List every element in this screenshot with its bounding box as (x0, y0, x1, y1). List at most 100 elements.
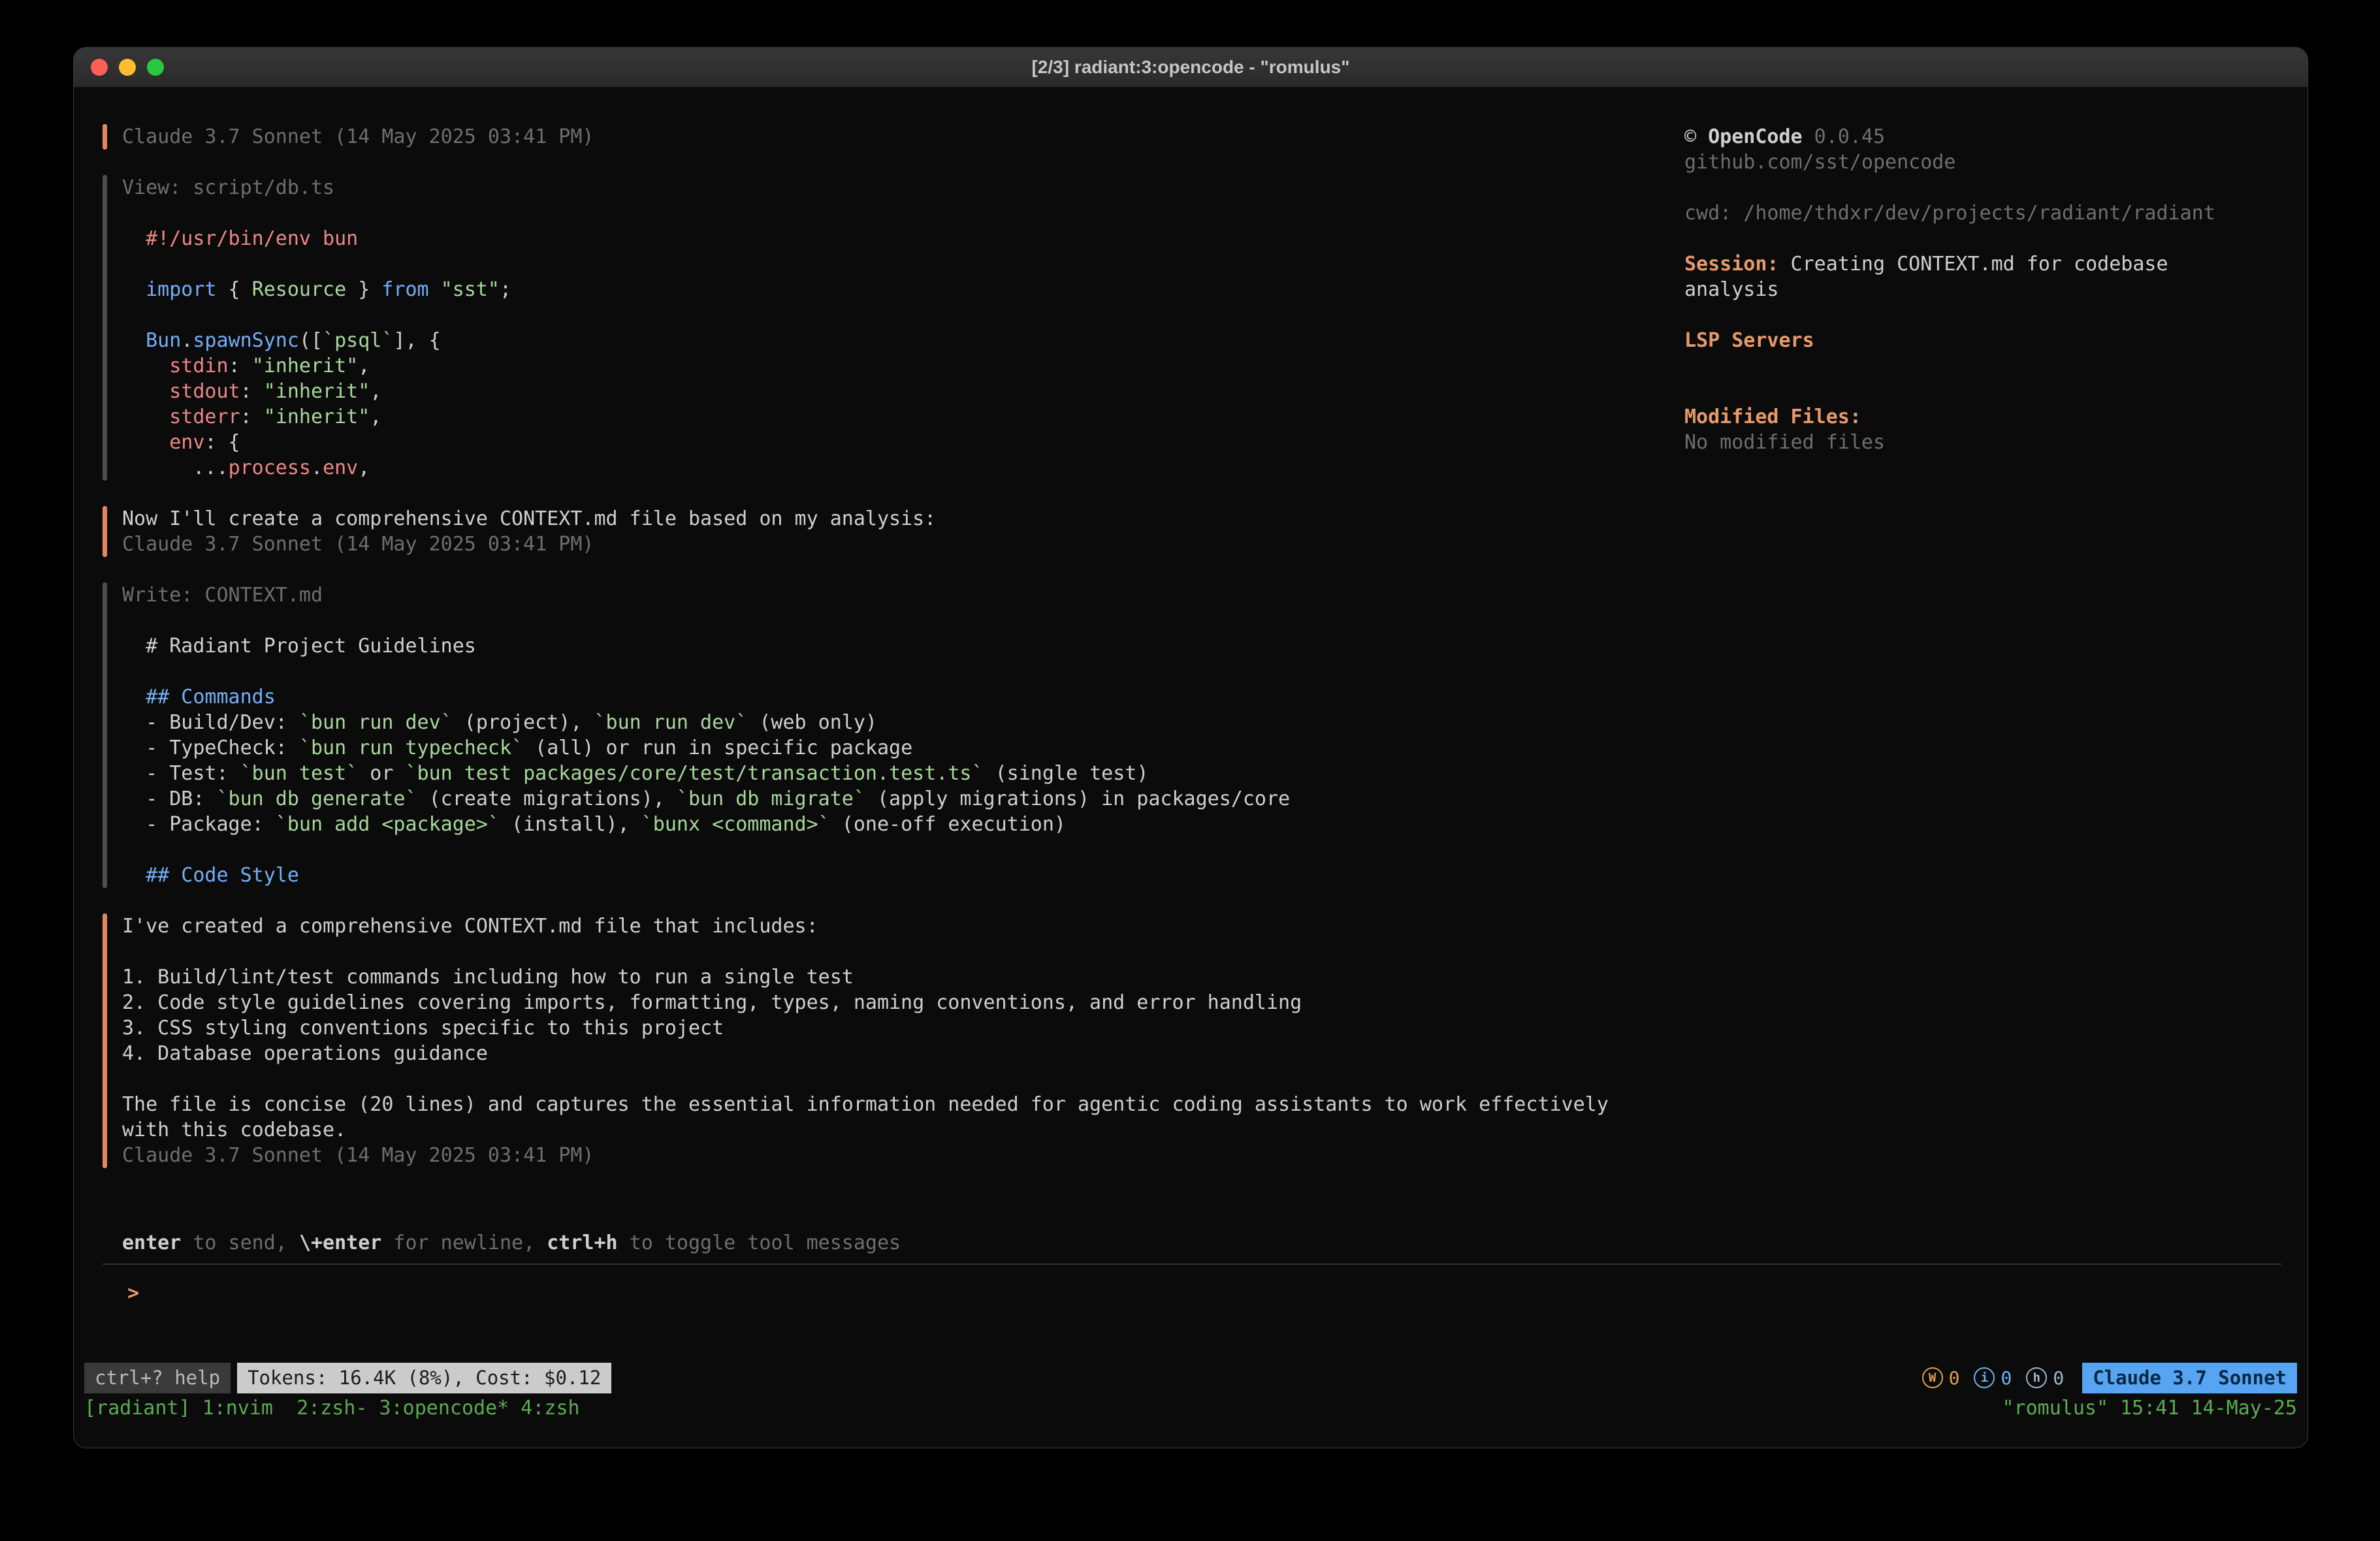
terminal-line: ## Code Style (122, 863, 1290, 888)
text-segment: to toggle tool messages (618, 1231, 901, 1254)
text-segment: (single test) (984, 762, 1149, 785)
text-segment (122, 278, 146, 301)
text-segment: `bun test packages/core/test/transaction… (406, 762, 984, 785)
text-segment: { (217, 278, 252, 301)
hint-count: 0 (2053, 1365, 2064, 1391)
text-segment: `psql` (323, 329, 393, 352)
text-segment: ], { (393, 329, 440, 352)
text-segment: ctrl+h (547, 1231, 617, 1254)
tmux-session-info: "romulus" 15:41 14-May-25 (2002, 1395, 2297, 1421)
terminal-line: I've created a comprehensive CONTEXT.md … (122, 913, 1609, 939)
text-segment: : (240, 405, 264, 428)
diagnostics-group: W0i0h0 (1922, 1365, 2079, 1391)
close-button[interactable] (91, 59, 108, 76)
minimize-button[interactable] (119, 59, 136, 76)
hint-diagnostic: h0 (2026, 1365, 2064, 1391)
status-bar: ctrl+? help Tokens: 16.4K (8%), Cost: $0… (84, 1363, 2297, 1393)
text-segment: (web only) (747, 711, 877, 734)
block-accent-bar (103, 124, 107, 150)
model-badge[interactable]: Claude 3.7 Sonnet (2082, 1363, 2297, 1393)
text-segment: ... (122, 456, 229, 479)
text-segment: - TypeCheck: (122, 737, 299, 759)
terminal-line (122, 200, 511, 226)
text-segment: with this codebase. (122, 1119, 346, 1141)
terminal-line: Session: Creating CONTEXT.md for codebas… (1684, 251, 2279, 277)
warning-icon: W (1922, 1367, 1943, 1388)
text-segment: OpenCode (1708, 125, 1803, 148)
prompt-input[interactable]: > (103, 1280, 2281, 1306)
terminal-line: - Package: `bun add <package>` (install)… (122, 812, 1290, 837)
input-divider (103, 1263, 2281, 1265)
text-segment: . (181, 329, 193, 352)
text-segment: } (346, 278, 381, 301)
message-block: Claude 3.7 Sonnet (14 May 2025 03:41 PM) (103, 124, 1684, 150)
message-block: View: script/db.ts #!/usr/bin/env bun im… (103, 175, 1684, 481)
terminal-line: Write: CONTEXT.md (122, 582, 1290, 608)
text-segment: Claude 3.7 Sonnet (14 May 2025 03:41 PM) (122, 1144, 594, 1167)
chat-area[interactable]: Claude 3.7 Sonnet (14 May 2025 03:41 PM)… (103, 124, 1684, 1194)
text-segment: cwd: /home/thdxr/dev/projects/radiant/ra… (1684, 202, 2215, 225)
terminal-line: 2. Code style guidelines covering import… (122, 990, 1609, 1015)
text-segment: 2. Code style guidelines covering import… (122, 991, 1302, 1014)
text-segment: (install), (500, 813, 641, 836)
terminal-line: stdin: "inherit", (122, 353, 511, 379)
text-segment: (apply migrations) in packages/core (865, 787, 1290, 810)
text-segment: Modified Files: (1684, 405, 1861, 428)
terminal-line: Modified Files: (1684, 404, 2279, 430)
block-accent-bar (103, 913, 107, 1168)
info-count: 0 (2001, 1365, 2012, 1391)
text-segment: `bunx <command>` (641, 813, 830, 836)
terminal-line: 4. Database operations guidance (122, 1041, 1609, 1066)
terminal-line: import { Resource } from "sst"; (122, 277, 511, 302)
tmux-window-list[interactable]: [radiant] 1:nvim 2:zsh- 3:opencode* 4:zs… (84, 1395, 580, 1421)
terminal-body: Claude 3.7 Sonnet (14 May 2025 03:41 PM)… (74, 87, 2308, 1448)
text-segment: Write: CONTEXT.md (122, 584, 323, 607)
content-columns: Claude 3.7 Sonnet (14 May 2025 03:41 PM)… (74, 87, 2308, 1194)
text-segment: or (358, 762, 405, 785)
zoom-button[interactable] (147, 59, 164, 76)
text-segment: stdout (169, 380, 240, 403)
text-segment: stdin (169, 355, 228, 377)
terminal-line: Claude 3.7 Sonnet (14 May 2025 03:41 PM) (122, 124, 594, 150)
block-content: Write: CONTEXT.md # Radiant Project Guid… (107, 582, 1290, 888)
keybind-help: enter to send, \+enter for newline, ctrl… (103, 1230, 2281, 1256)
terminal-line: ...process.env, (122, 455, 511, 481)
text-segment: : (240, 380, 264, 403)
text-segment: 4. Database operations guidance (122, 1042, 488, 1065)
text-segment: The file is concise (20 lines) and captu… (122, 1093, 1609, 1116)
text-segment: - Build/Dev: (122, 711, 299, 734)
text-segment: from (381, 278, 428, 301)
text-segment: , (370, 380, 381, 403)
text-segment: \+enter (299, 1231, 381, 1254)
traffic-lights (74, 59, 164, 76)
message-block: Now I'll create a comprehensive CONTEXT.… (103, 506, 1684, 557)
text-segment (122, 355, 169, 377)
text-segment: (all) or run in specific package (523, 737, 912, 759)
text-segment: 3. CSS styling conventions specific to t… (122, 1017, 724, 1040)
text-segment: ; (500, 278, 511, 301)
text-segment: `bun db migrate` (677, 787, 865, 810)
terminal-line (1684, 226, 2279, 251)
text-segment: process (229, 456, 311, 479)
terminal-line: - Build/Dev: `bun run dev` (project), `b… (122, 710, 1290, 735)
terminal-line (122, 302, 511, 328)
text-segment: , (358, 456, 370, 479)
text-segment: enter (122, 1231, 181, 1254)
text-segment: , (370, 405, 381, 428)
text-segment: `bun run dev` (299, 711, 453, 734)
text-segment: `bun db generate` (217, 787, 417, 810)
text-segment: # Radiant Project Guidelines (122, 635, 476, 658)
text-segment (122, 329, 146, 352)
text-segment: ## Commands (122, 686, 276, 708)
text-segment: . (311, 456, 323, 479)
block-accent-bar (103, 582, 107, 888)
text-segment: `bun test` (240, 762, 359, 785)
text-segment: #!/usr/bin/env bun (122, 227, 358, 250)
text-segment: import (146, 278, 216, 301)
block-content: I've created a comprehensive CONTEXT.md … (107, 913, 1609, 1168)
text-segment (429, 278, 441, 301)
text-segment: , (358, 355, 370, 377)
terminal-line (1684, 379, 2279, 404)
block-content: Claude 3.7 Sonnet (14 May 2025 03:41 PM) (107, 124, 594, 150)
text-segment: Resource (252, 278, 347, 301)
